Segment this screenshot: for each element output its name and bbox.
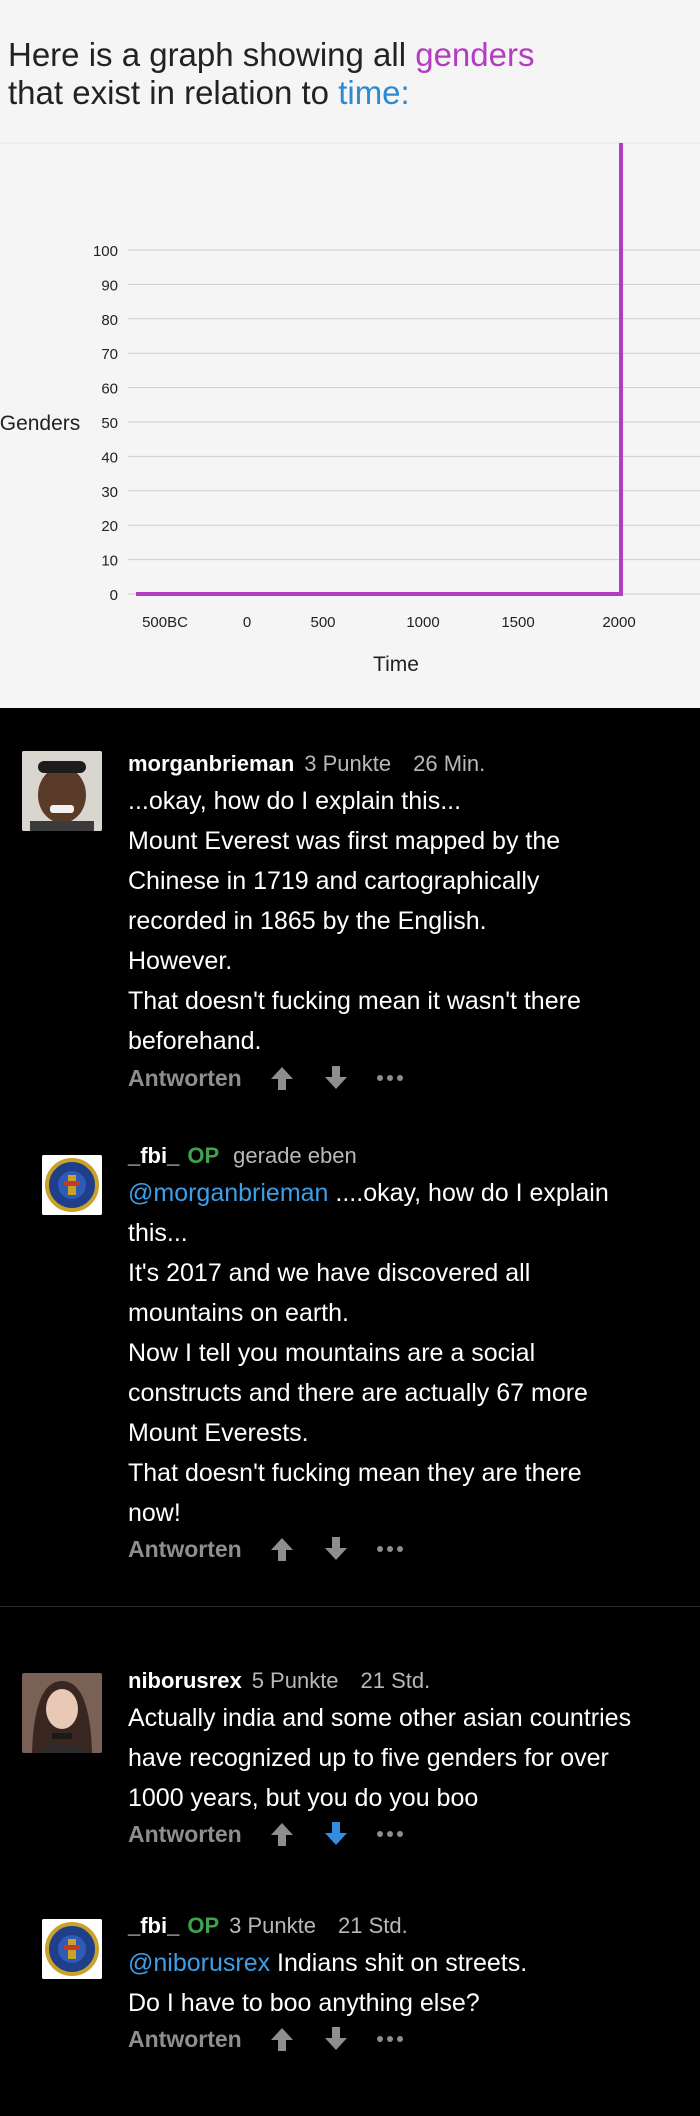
comment-body: @niborusrex Indians shit on streets. Do …	[128, 1943, 688, 2023]
thread-divider	[0, 1606, 700, 1607]
downvote-arrow-icon[interactable]	[322, 1535, 350, 1563]
woman-avatar[interactable]	[22, 1673, 102, 1753]
more-options-icon[interactable]	[376, 2025, 404, 2053]
x-tick-label: 0	[243, 614, 251, 631]
comment-username[interactable]: _fbi_	[128, 1913, 179, 1938]
comment-line: 1000 years, but you do you boo	[128, 1784, 479, 1812]
comment-meta: _fbi_ OP gerade eben	[128, 1143, 357, 1169]
comment-line: constructs and there are actually 67 mor…	[128, 1379, 588, 1407]
y-tick-label: 0	[110, 587, 118, 604]
comment-actions: Antworten	[128, 1062, 430, 1094]
meme-face-icon	[22, 751, 102, 831]
fbi-seal-avatar[interactable]	[42, 1155, 102, 1215]
comment-line: @morganbrieman ....okay, how do I explai…	[128, 1173, 688, 1213]
comment-thread: morganbrieman 3 Punkte 26 Min. ...okay, ho…	[0, 708, 700, 2116]
more-options-icon[interactable]	[376, 1535, 404, 1563]
comment-line: this...	[128, 1219, 188, 1247]
more-options-icon[interactable]	[376, 1820, 404, 1848]
comment-line: It's 2017 and we have discovered all	[128, 1259, 531, 1287]
mention-link[interactable]: @morganbrieman	[128, 1179, 328, 1207]
comment-timestamp: 26 Min.	[413, 751, 486, 776]
more-options-icon[interactable]	[376, 1064, 404, 1092]
upvote-arrow-icon[interactable]	[268, 1064, 296, 1092]
series-line	[136, 143, 623, 596]
comment-line: ...okay, how do I explain this...	[128, 787, 462, 815]
comment-body: @morganbrieman ....okay, how do I explai…	[128, 1173, 688, 1533]
reply-button[interactable]: Antworten	[128, 2026, 242, 2053]
x-axis-label: Time	[373, 653, 419, 676]
y-axis-label: Genders	[0, 412, 80, 435]
upvote-arrow-icon[interactable]	[268, 2025, 296, 2053]
op-badge: OP	[187, 1913, 220, 1938]
y-tick-label: 50	[101, 415, 118, 432]
comment-line: Mount Everest was first mapped by the	[128, 827, 561, 855]
downvote-arrow-icon[interactable]	[322, 1064, 350, 1092]
y-tick-label: 20	[101, 518, 118, 535]
comment-line: Actually india and some other asian coun…	[128, 1704, 632, 1732]
y-tick-label: 30	[101, 484, 118, 501]
downvote-arrow-icon[interactable]	[322, 2025, 350, 2053]
woman-avatar-icon	[22, 1673, 102, 1753]
comment-line: recorded in 1865 by the English.	[128, 907, 487, 935]
comment-meta: morganbrieman 3 Punkte 26 Min.	[128, 751, 485, 777]
comment-points: 3 Punkte	[229, 1913, 316, 1938]
x-tick-label: 2000	[602, 614, 635, 631]
comment-actions: Antworten	[128, 2023, 430, 2055]
comment-line: beforehand.	[128, 1027, 262, 1055]
comment-meta: _fbi_ OP 3 Punkte 21 Std.	[128, 1913, 408, 1939]
comment-line: Do I have to boo anything else?	[128, 1989, 480, 2017]
op-badge: OP	[187, 1143, 220, 1168]
comment-line: now!	[128, 1499, 181, 1527]
y-tick-label: 10	[101, 553, 118, 570]
comment-actions: Antworten	[128, 1818, 430, 1850]
comment-username[interactable]: morganbrieman	[128, 751, 294, 776]
comment-timestamp: 21 Std.	[360, 1668, 431, 1693]
comment-line: Chinese in 1719 and cartographically	[128, 867, 540, 895]
comment-username[interactable]: _fbi_	[128, 1143, 179, 1168]
fbi-seal-icon	[42, 1155, 102, 1215]
comment-line: @niborusrex Indians shit on streets.	[128, 1943, 688, 1983]
comment-line: Now I tell you mountains are a social	[128, 1339, 536, 1367]
comment-timestamp: gerade eben	[233, 1143, 357, 1168]
y-tick-label: 40	[101, 449, 118, 466]
comment-line: Mount Everests.	[128, 1419, 309, 1447]
comment-points: 3 Punkte	[304, 751, 392, 776]
gender-time-chart: 0 10 20 30 40 50 60 70 80 90 100 500BC 0 500 1000 1500…	[0, 142, 700, 676]
comment-timestamp: 21 Std.	[338, 1913, 408, 1938]
comment-body: ...okay, how do I explain this... Mount …	[128, 781, 688, 1061]
fbi-seal-avatar[interactable]	[42, 1919, 102, 1979]
reply-button[interactable]: Antworten	[128, 1821, 242, 1848]
y-tick-label: 90	[101, 277, 118, 294]
comment-line: That doesn't fucking mean it wasn't ther…	[128, 987, 581, 1015]
comment-meta: niborusrex 5 Punkte 21 Std.	[128, 1668, 430, 1694]
comment-line: mountains on earth.	[128, 1299, 349, 1327]
comment-line: However.	[128, 947, 233, 975]
comment-line: have recognized up to five genders for o…	[128, 1744, 609, 1772]
meme-image: Here is a graph showing all genders that…	[0, 0, 700, 708]
x-tick-label: 1500	[501, 614, 534, 631]
comment-actions: Antworten	[128, 1533, 430, 1565]
mention-link[interactable]: @niborusrex	[128, 1949, 270, 1977]
comment-body: Actually india and some other asian coun…	[128, 1698, 688, 1818]
x-tick-label: 500BC	[142, 614, 188, 631]
y-tick-label: 80	[101, 312, 118, 329]
meme-face-avatar[interactable]	[22, 751, 102, 831]
comment-line: That doesn't fucking mean they are there	[128, 1459, 582, 1487]
upvote-arrow-icon[interactable]	[268, 1820, 296, 1848]
comment-points: 5 Punkte	[251, 1668, 339, 1693]
comment-text: ....okay, how do I explain	[328, 1179, 609, 1207]
reply-button[interactable]: Antworten	[128, 1536, 242, 1563]
y-tick-label: 100	[93, 243, 118, 260]
x-tick-label: 500	[310, 614, 335, 631]
x-tick-label: 1000	[406, 614, 439, 631]
comment-text: Indians shit on streets.	[270, 1949, 528, 1977]
reply-button[interactable]: Antworten	[128, 1065, 242, 1092]
fbi-seal-icon	[42, 1919, 102, 1979]
upvote-arrow-icon[interactable]	[268, 1535, 296, 1563]
downvote-arrow-icon-active[interactable]	[322, 1820, 350, 1848]
y-tick-label: 70	[101, 346, 118, 363]
y-tick-label: 60	[101, 381, 118, 398]
comment-username[interactable]: niborusrex	[128, 1668, 242, 1693]
